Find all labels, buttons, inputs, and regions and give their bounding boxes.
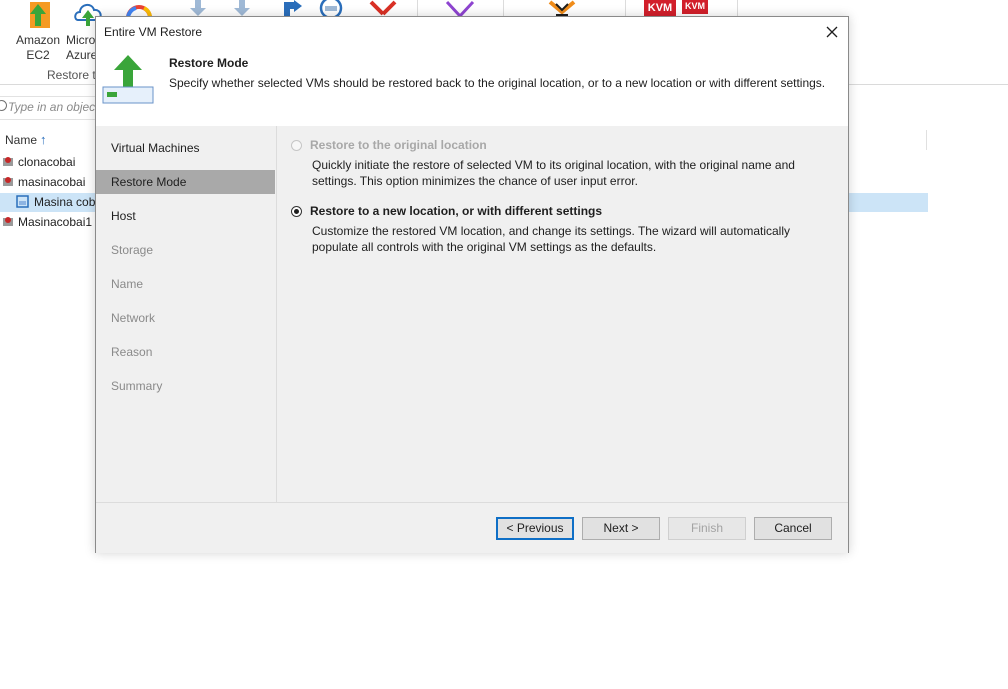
vm-host-icon	[3, 177, 13, 186]
tree-item-label: Masinacobai1	[18, 215, 93, 229]
vm-host-icon	[3, 157, 13, 166]
step-storage[interactable]: Storage	[96, 238, 275, 262]
restore-mode-options: Restore to the original location Quickly…	[277, 126, 848, 502]
previous-button[interactable]: < Previous	[496, 517, 574, 540]
dialog-footer: < Previous Next > Finish Cancel	[96, 502, 848, 553]
search-icon	[0, 100, 7, 111]
step-title: Restore Mode	[169, 56, 249, 70]
step-virtual-machines[interactable]: Virtual Machines	[96, 136, 275, 160]
close-button[interactable]	[820, 21, 844, 43]
step-restore-mode[interactable]: Restore Mode	[96, 170, 275, 194]
option-label: Restore to the original location	[310, 138, 487, 152]
entire-vm-restore-dialog: Entire VM Restore Restore Mode Specify w…	[95, 16, 849, 553]
aws-icon	[30, 2, 50, 28]
kvm-label: KVM	[647, 2, 673, 14]
restore-arrow-icon	[102, 55, 154, 104]
option-description: Quickly initiate the restore of selected…	[312, 158, 795, 188]
vm-host-icon	[3, 217, 13, 226]
ribbon-group-label: Restore t	[47, 68, 96, 82]
kvm-icon: KVM	[682, 0, 708, 14]
kvm-label: KVM	[685, 1, 705, 11]
azure-sub-label: Azure	[66, 48, 98, 62]
step-name[interactable]: Name	[96, 272, 275, 296]
finish-button[interactable]: Finish	[668, 517, 746, 540]
option-label: Restore to a new location, or with diffe…	[310, 204, 603, 218]
object-search-input[interactable]	[8, 99, 106, 115]
amazon-label: Amazon	[15, 33, 61, 47]
tree-item-label: Masina cob	[34, 195, 96, 209]
dialog-title: Entire VM Restore	[104, 25, 203, 39]
next-button[interactable]: Next >	[582, 517, 660, 540]
step-host[interactable]: Host	[96, 204, 275, 228]
azure-label: Micro	[66, 33, 96, 47]
new-location-radio[interactable]	[291, 206, 302, 217]
step-network[interactable]: Network	[96, 306, 275, 330]
original-location-radio[interactable]	[291, 140, 302, 151]
download-arrow-icon	[234, 0, 250, 16]
tree-item-label: clonacobai	[18, 155, 76, 169]
step-description: Specify whether selected VMs should be r…	[169, 76, 826, 90]
amazon-sub-label: EC2	[26, 48, 50, 62]
tree-item-label: masinacobai	[18, 175, 86, 189]
wizard-steps: Virtual Machines Restore Mode Host Stora…	[96, 126, 277, 502]
sort-ascending-icon: ↑	[40, 132, 47, 147]
step-summary[interactable]: Summary	[96, 374, 275, 398]
download-arrow-icon	[190, 0, 206, 16]
column-name: Name	[5, 133, 38, 147]
step-reason[interactable]: Reason	[96, 340, 275, 364]
vm-icon	[16, 195, 29, 208]
close-icon	[826, 26, 838, 38]
cancel-button[interactable]: Cancel	[754, 517, 832, 540]
option-description: Customize the restored VM location, and …	[312, 224, 791, 254]
